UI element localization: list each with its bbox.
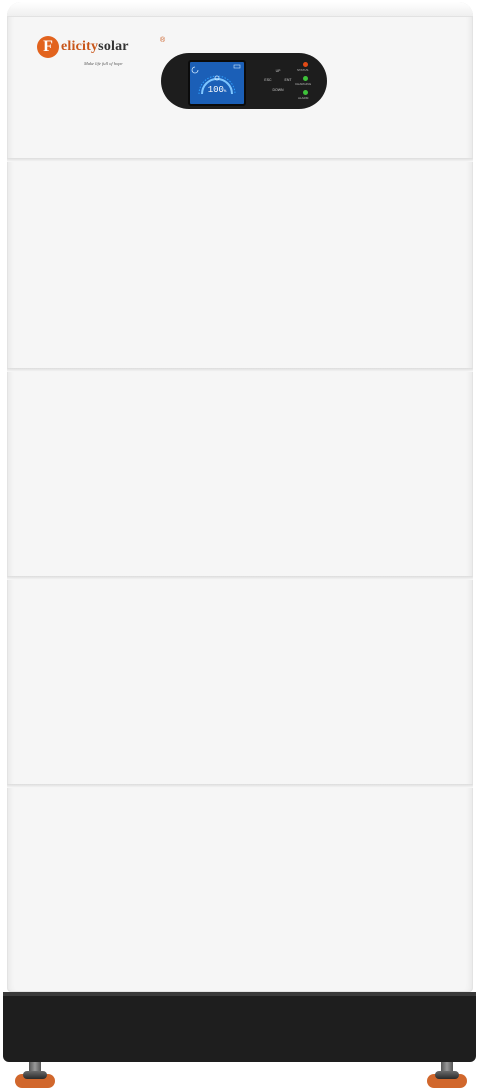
status-led-label: STATUS [297, 68, 309, 72]
brand-name: elicitysolar [61, 39, 129, 55]
brand-logo: F elicitysolar ® Make life full of hope [37, 36, 167, 82]
alarm-led-label: ALARM [298, 96, 309, 100]
alarm-led-icon [303, 90, 308, 95]
brand-tagline: Make life full of hope [84, 61, 123, 66]
base-top-edge [3, 992, 476, 996]
soc-unit: % [223, 90, 227, 94]
down-button[interactable]: DOWN [271, 86, 285, 94]
lcd-screen: 100% [188, 60, 246, 106]
up-button[interactable]: UP [271, 67, 285, 75]
brand-mark-icon: F [37, 36, 59, 58]
left-foot-icon [12, 1062, 58, 1092]
status-led-icon [303, 62, 308, 67]
brand-name-part1: elicity [61, 39, 99, 54]
soc-readout: 100% [190, 85, 244, 95]
esc-button[interactable]: ESC [261, 76, 275, 84]
module-seam-1 [7, 158, 473, 162]
brand-name-part2: solar [98, 39, 129, 54]
enter-button[interactable]: ENT [281, 76, 295, 84]
registered-mark: ® [160, 37, 166, 44]
gauge-icon [191, 64, 241, 95]
right-foot-icon [424, 1062, 470, 1092]
module-seam-4 [7, 784, 473, 788]
module-seam-2 [7, 368, 473, 372]
charging-led-label: CHARGING [295, 82, 312, 86]
soc-value: 100 [207, 85, 224, 95]
cabinet-base [3, 992, 476, 1062]
top-cap [7, 2, 473, 17]
charging-led-icon [303, 76, 308, 81]
control-panel: 100% UP ESC ENT DOWN STATUS CHARGING ALA… [161, 53, 327, 109]
module-seam-3 [7, 576, 473, 580]
battery-cabinet: F elicitysolar ® Make life full of hope … [7, 2, 473, 992]
